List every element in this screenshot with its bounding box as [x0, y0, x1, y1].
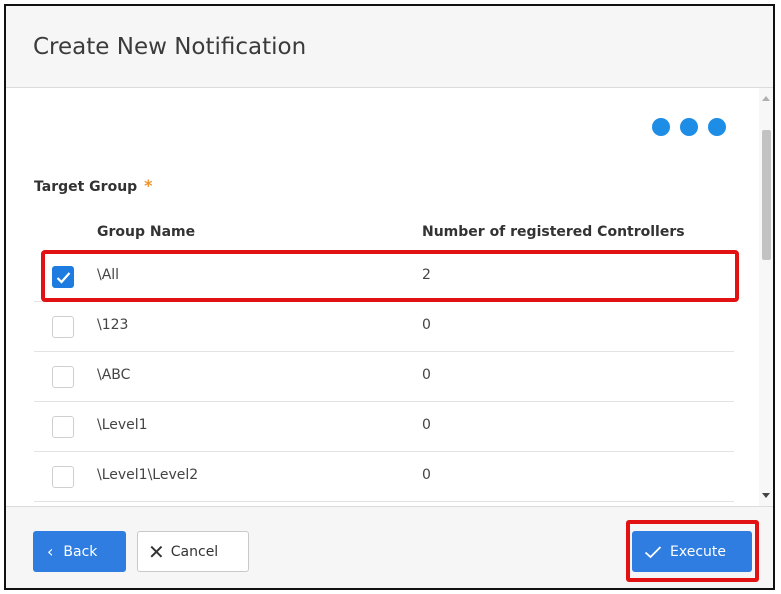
dialog-body: Target Group * Group Name Number of regi… — [6, 88, 773, 506]
group-name-cell: \Level1\Level2 — [97, 467, 199, 483]
row-checkbox[interactable] — [52, 416, 74, 438]
controller-count-cell: 0 — [422, 467, 431, 483]
column-header-controller-count[interactable]: Number of registered Controllers — [422, 224, 685, 240]
step-dot-icon — [680, 118, 698, 136]
column-header-group-name[interactable]: Group Name — [97, 224, 195, 240]
cancel-button-label: Cancel — [170, 543, 219, 560]
scroll-down-arrow-icon[interactable] — [762, 493, 770, 498]
cancel-button[interactable]: ✕ Cancel — [137, 531, 249, 572]
group-name-cell: \ABC — [97, 367, 131, 383]
checkmark-icon — [56, 272, 71, 284]
target-group-label: Target Group * — [34, 176, 152, 195]
chevron-left-icon: ‹ — [47, 542, 54, 561]
controller-count-cell: 0 — [422, 367, 431, 383]
table-row[interactable]: \ABC 0 — [34, 352, 734, 402]
row-checkbox[interactable] — [52, 316, 74, 338]
table-header-row: Group Name Number of registered Controll… — [34, 218, 734, 252]
execute-button[interactable]: Execute — [632, 531, 752, 572]
execute-button-label: Execute — [670, 543, 726, 560]
create-notification-dialog: Create New Notification Target Group * G… — [4, 4, 775, 590]
checkmark-icon — [644, 545, 662, 558]
controller-count-cell: 2 — [422, 267, 431, 283]
table-row[interactable]: \123 0 — [34, 302, 734, 352]
step-dot-icon — [652, 118, 670, 136]
row-checkbox[interactable] — [52, 466, 74, 488]
target-group-label-text: Target Group — [34, 179, 138, 195]
table-row[interactable]: \Level1 0 — [34, 402, 734, 452]
scroll-up-arrow-icon[interactable] — [762, 96, 770, 101]
table-row[interactable]: \Level1\Level2 0 — [34, 452, 734, 502]
step-indicator — [652, 118, 736, 136]
group-name-cell: \Level1 — [97, 417, 148, 433]
row-checkbox[interactable] — [52, 266, 74, 288]
close-icon: ✕ — [148, 539, 165, 564]
group-name-cell: \123 — [97, 317, 129, 333]
table-row[interactable]: \All 2 — [34, 252, 734, 302]
step-dot-icon — [708, 118, 726, 136]
row-checkbox[interactable] — [52, 366, 74, 388]
dialog-header: Create New Notification — [6, 6, 773, 88]
back-button-label: Back — [63, 543, 98, 560]
dialog-footer: ‹ Back ✕ Cancel Execute — [6, 506, 773, 588]
group-name-cell: \All — [97, 267, 120, 283]
scrollbar-thumb[interactable] — [762, 130, 771, 260]
group-table: Group Name Number of registered Controll… — [34, 218, 734, 502]
vertical-scrollbar[interactable] — [759, 88, 773, 506]
controller-count-cell: 0 — [422, 417, 431, 433]
dialog-title: Create New Notification — [33, 34, 307, 60]
back-button[interactable]: ‹ Back — [33, 531, 126, 572]
controller-count-cell: 0 — [422, 317, 431, 333]
required-marker-icon: * — [144, 176, 153, 195]
